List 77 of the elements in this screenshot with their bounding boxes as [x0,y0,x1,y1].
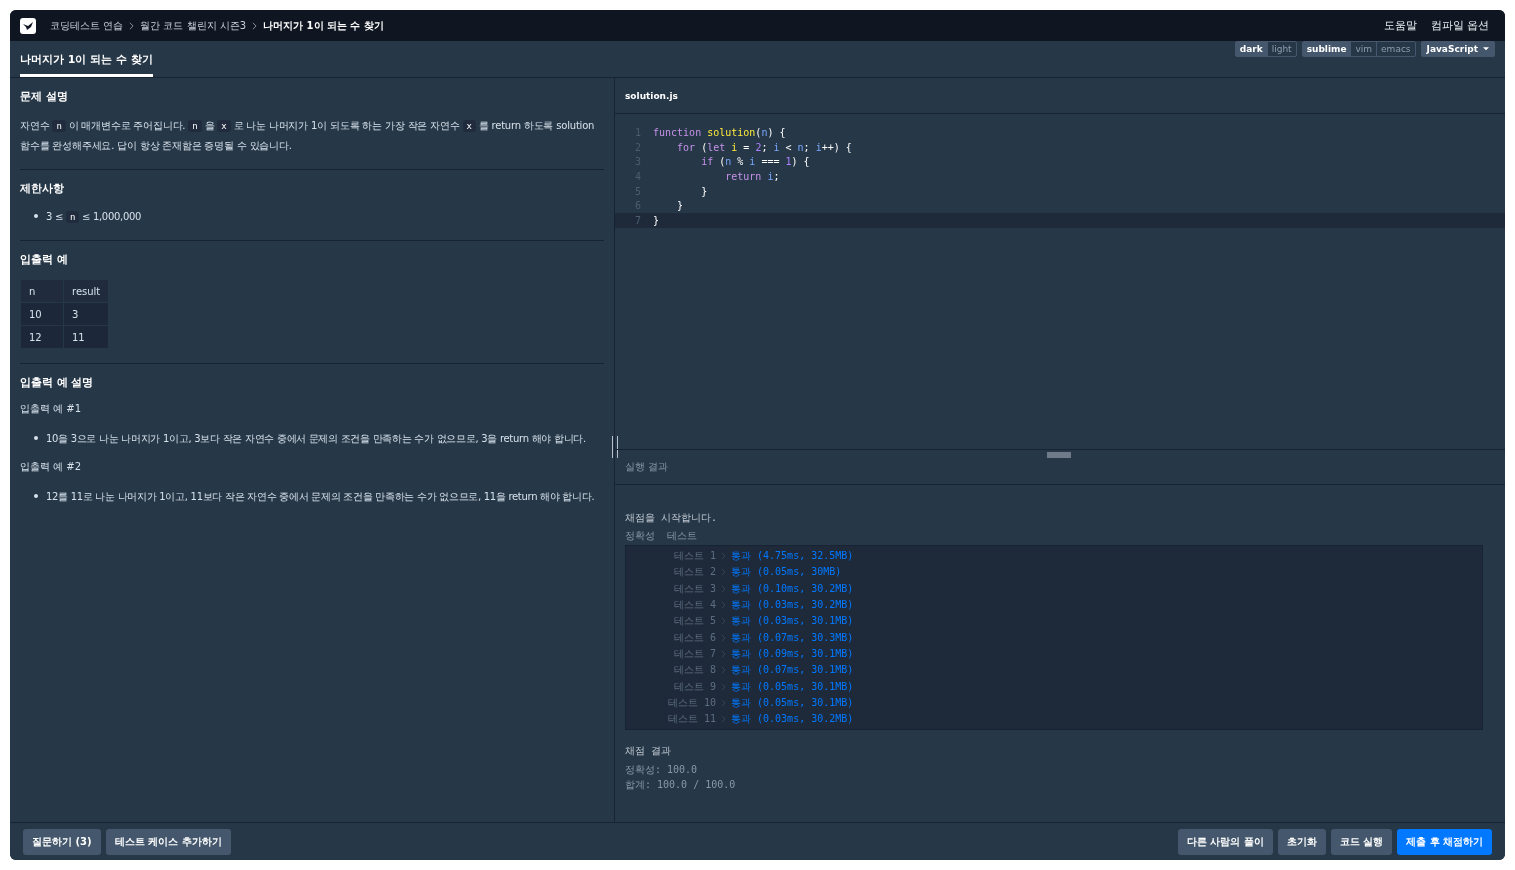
test-result: 통과 (4.75ms, 32.5MB) [731,549,854,564]
section-title: 문제 설명 [20,90,69,104]
bullet-icon [34,494,38,498]
test-label: 테스트 8 [672,663,716,678]
logo-icon[interactable] [20,17,36,34]
chevron-icon [252,21,258,30]
score-text: 합계: 100.0 / 100.0 [625,778,737,793]
caret-icon [1483,47,1489,51]
code-line: for (let i = 2; i < n; i++) { [676,141,852,153]
language-dropdown[interactable]: JavaScript [1420,41,1495,57]
option-toggle[interactable]: sublime [1302,42,1351,56]
test-result: 통과 (0.09ms, 30.1MB) [731,646,854,661]
table-cell: 10 [20,302,64,326]
test-result: 통과 (0.07ms, 30.1MB) [731,663,854,678]
test-label: 테스트 2 [672,565,716,580]
section-title: 입출력 예 [20,253,69,267]
table-header: result [63,279,109,303]
bullet-icon [34,436,38,440]
code-line: return i; [724,170,780,182]
explanation-text: 10을 3으로 나눈 나머지가 1이고, 3보다 작은 자연수 중에서 문제의 조건을 만족하는 수가 없으므로, 3을 return 해야 합니다. [46,433,586,444]
test-label: 테스트 4 [672,598,716,613]
code-line: } [676,200,684,212]
drag-handle-icon[interactable] [1047,452,1071,458]
test-result: 통과 (0.10ms, 30.2MB) [731,581,854,596]
chevron-icon [129,21,135,30]
option-toggle[interactable]: light [1266,42,1296,56]
test-result: 통과 (0.03ms, 30.2MB) [731,712,854,727]
example-title: 입출력 예 #2 [20,460,83,474]
score-text: 정확성: 100.0 [625,763,699,778]
test-label: 테스트 3 [672,581,716,596]
table-cell: 12 [20,325,64,349]
panel-title: 실행 결과 [615,450,1505,485]
test-result: 통과 (0.05ms, 30MB) [731,565,842,580]
top-link[interactable]: 도움말 [1383,18,1417,33]
code-line: } [700,185,708,197]
test-label: 테스트 6 [672,630,716,645]
table-header: n [20,279,64,303]
test-result: 통과 (0.05ms, 30.1MB) [731,679,854,694]
breadcrumb-link[interactable]: 나머지가 1이 되는 수 찾기 [263,18,384,33]
result-text: 채점 결과 [625,744,673,759]
action-button[interactable]: 초기화 [1277,828,1326,855]
file-name: solution.js [615,78,1505,114]
action-button[interactable]: 질문하기 (3) [23,828,101,855]
option-toggle[interactable]: dark [1235,42,1267,56]
result-text: 채점을 시작합니다. [625,511,719,525]
option-toggle[interactable]: emacs [1376,42,1415,56]
resize-handle[interactable] [612,436,618,458]
test-label: 테스트 7 [672,646,716,661]
constraint-text: 3 ≤ n ≤ 1,000,000 [46,211,142,222]
test-label: 테스트 10 [666,695,716,710]
test-result: 통과 (0.03ms, 30.2MB) [731,598,854,613]
test-label: 테스트 5 [672,614,716,629]
action-button[interactable]: 코드 실행 [1330,828,1393,855]
top-link[interactable]: 컴파일 옵션 [1430,18,1489,33]
test-label: 테스트 1 [672,549,716,564]
code-line: } [653,214,660,226]
option-toggle[interactable]: vim [1350,42,1377,56]
result-section-label: 정확성 테스트 [625,529,699,543]
test-result: 통과 (0.03ms, 30.1MB) [731,614,854,629]
description-text: 자연수 n 이 매개변수로 주어집니다. n 을 x 로 나눈 나머지가 1이 되도록 하는 가장 작은 자연수 x 를 return 하도록 solution 함수를 완성해주세요. 답이 항상 존재함은 증명될 수 있습니다. [20,119,596,153]
action-button[interactable]: 다른 사람의 풀이 [1177,828,1273,855]
code-line: function solution(n) { [653,126,786,138]
code-line: if (n % i === 1) { [700,156,810,168]
example-title: 입출력 예 #1 [20,402,83,416]
test-label: 테스트 11 [666,712,716,727]
explanation-text: 12를 11로 나눈 나머지가 1이고, 11보다 작은 자연수 중에서 문제의 조건을 만족하는 수가 없으므로, 11을 return 해야 합니다. [46,491,595,502]
action-button[interactable]: 테스트 케이스 추가하기 [105,828,231,855]
test-result: 통과 (0.07ms, 30.3MB) [731,630,854,645]
breadcrumb-link[interactable]: 월간 코드 챌린지 시즌3 [140,18,247,33]
test-label: 테스트 9 [672,679,716,694]
bullet-icon [34,214,38,218]
action-button[interactable]: 제출 후 채점하기 [1397,828,1492,855]
section-title: 제한사항 [20,182,65,196]
test-result: 통과 (0.05ms, 30.1MB) [731,695,854,710]
section-title: 입출력 예 설명 [20,376,95,390]
breadcrumb-link[interactable]: 코딩테스트 연습 [50,18,124,33]
problem-tab[interactable]: 나머지가 1이 되는 수 찾기 [20,41,153,77]
